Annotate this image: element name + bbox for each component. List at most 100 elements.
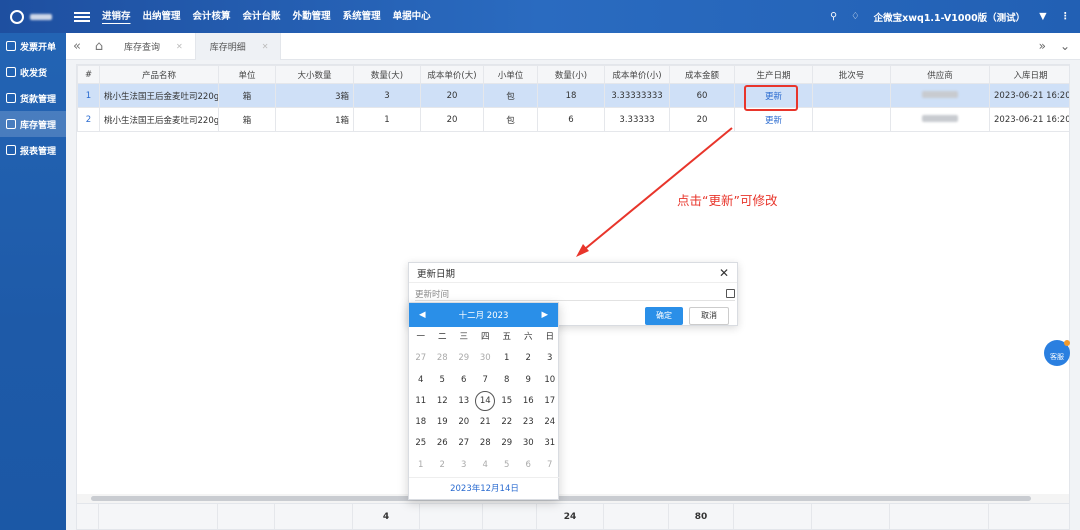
calendar-day[interactable]: 29 <box>453 348 475 369</box>
sidebar-item-payment[interactable]: 货款管理 <box>0 85 66 111</box>
date-input[interactable]: 更新时间 <box>415 287 735 301</box>
nav-item-field[interactable]: 外勤管理 <box>287 0 337 33</box>
today-link[interactable]: 2023年12月14日 <box>409 477 560 499</box>
expand-right-icon[interactable]: » <box>1039 39 1046 53</box>
tab-inventory-detail[interactable]: 库存明细 ✕ <box>195 32 282 60</box>
calendar-day[interactable]: 14 <box>475 391 497 412</box>
sidebar-item-label: 收发货 <box>20 68 48 79</box>
weekday-label: 五 <box>502 332 511 342</box>
company-selector[interactable]: 企微宝xwq1.1-V1000版（测试） <box>874 10 1026 24</box>
calendar-day[interactable]: 15 <box>496 391 518 412</box>
sidebar-item-label: 库存管理 <box>20 120 57 131</box>
calendar-day[interactable]: 16 <box>518 391 540 412</box>
update-date-link[interactable]: 更新 <box>734 107 813 132</box>
tab-label: 库存查询 <box>124 42 161 53</box>
calendar-day[interactable]: 3 <box>539 348 561 369</box>
calendar-day[interactable]: 1 <box>496 348 518 369</box>
calendar-day[interactable]: 30 <box>518 433 540 454</box>
calendar-day[interactable]: 7 <box>475 370 497 391</box>
calendar-day[interactable]: 11 <box>410 391 432 412</box>
calendar-day[interactable]: 2 <box>432 455 454 476</box>
calendar-day[interactable]: 27 <box>410 348 432 369</box>
collapse-left-icon[interactable]: « <box>66 39 88 54</box>
sidebar-item-shipping[interactable]: 收发货 <box>0 59 66 85</box>
tab-inventory-query[interactable]: 库存查询 ✕ <box>110 32 196 60</box>
confirm-button[interactable]: 确定 <box>645 307 683 325</box>
sidebar-item-invoice[interactable]: 发票开单 <box>0 33 66 59</box>
calendar-day[interactable]: 4 <box>475 455 497 476</box>
calendar-day[interactable]: 27 <box>453 433 475 454</box>
calendar-day[interactable]: 28 <box>475 433 497 454</box>
calendar-day[interactable]: 20 <box>453 412 475 433</box>
calendar-day[interactable]: 31 <box>539 433 561 454</box>
cell-cost-small: 3.33333333 <box>604 83 670 108</box>
month-label[interactable]: 十二月 2023 <box>459 309 509 321</box>
nav-item-ledger[interactable]: 会计台账 <box>237 0 287 33</box>
calendar-day[interactable]: 24 <box>539 412 561 433</box>
next-month-icon[interactable]: ▶ <box>541 310 548 320</box>
prev-month-icon[interactable]: ◀ <box>419 310 426 320</box>
calendar-day[interactable]: 25 <box>410 433 432 454</box>
date-grid: 一二三四五六日 27 28 29 30 1 2 3 4 5 6 7 8 9 10 11 12 13 14 15 16 17… <box>409 327 558 476</box>
weekday-label: 四 <box>480 332 490 342</box>
calendar-day[interactable]: 30 <box>475 348 497 369</box>
search-icon[interactable]: ⚲ <box>830 11 837 22</box>
calendar-day[interactable]: 8 <box>496 370 518 391</box>
nav-item-documents[interactable]: 单据中心 <box>387 0 437 33</box>
nav-item-accounting[interactable]: 会计核算 <box>187 0 237 33</box>
col-header: 批次号 <box>812 65 891 84</box>
cell-index: 1 <box>77 83 100 108</box>
calendar-day[interactable]: 5 <box>432 370 454 391</box>
calendar-day[interactable]: 2 <box>518 348 540 369</box>
calendar-day[interactable]: 7 <box>539 455 561 476</box>
close-icon[interactable]: ✕ <box>262 42 269 51</box>
calendar-day[interactable]: 22 <box>496 412 518 433</box>
date-input-placeholder: 更新时间 <box>415 289 450 300</box>
calendar-day[interactable]: 3 <box>453 455 475 476</box>
nav-item-inventory[interactable]: 进销存 <box>96 0 137 33</box>
calendar-day[interactable]: 1 <box>410 455 432 476</box>
bell-icon[interactable]: ♢ <box>851 11 860 22</box>
close-icon[interactable]: ✕ <box>719 266 729 280</box>
calendar-day[interactable]: 29 <box>496 433 518 454</box>
date-picker: ◀ 十二月 2023 ▶ 一二三四五六日 27 28 29 30 1 2 3 4 5 6 7 8 9 10 1… <box>408 302 560 500</box>
menu-toggle-icon[interactable] <box>74 11 90 22</box>
chevron-down-icon[interactable]: ▼ <box>1039 11 1046 22</box>
calendar-day[interactable]: 5 <box>496 455 518 476</box>
calendar-day[interactable]: 12 <box>432 391 454 412</box>
calendar-day[interactable]: 6 <box>518 455 540 476</box>
close-icon[interactable]: ✕ <box>176 42 183 51</box>
table-footer-totals: 4 24 80 <box>77 503 1069 529</box>
redacted-supplier <box>922 114 958 122</box>
calendar-day[interactable]: 26 <box>432 433 454 454</box>
horizontal-scrollbar[interactable] <box>77 494 1069 503</box>
calendar-day[interactable]: 9 <box>518 370 540 391</box>
sidebar-item-inventory[interactable]: 库存管理 <box>0 111 66 137</box>
calendar-day[interactable]: 21 <box>475 412 497 433</box>
cancel-button[interactable]: 取消 <box>689 307 729 325</box>
tab-bar: « ⌂ 库存查询 ✕ 库存明细 ✕ » ⌄ <box>66 32 1080 60</box>
home-icon[interactable]: ⌂ <box>88 39 110 54</box>
calendar-day[interactable]: 6 <box>453 370 475 391</box>
calendar-day[interactable]: 19 <box>432 412 454 433</box>
nav-item-system[interactable]: 系统管理 <box>337 0 387 33</box>
table-row[interactable]: 2 桃小生法国王后金麦吐司220g 箱 1箱 1 20 包 6 3.33333 … <box>77 107 1069 132</box>
calendar-day[interactable]: 10 <box>539 370 561 391</box>
calendar-day[interactable]: 28 <box>432 348 454 369</box>
chevron-down-icon[interactable]: ⌄ <box>1060 39 1070 53</box>
calendar-day[interactable]: 4 <box>410 370 432 391</box>
table-row[interactable]: 1 桃小生法国王后金麦吐司220g 箱 3箱 3 20 包 18 3.33333… <box>77 83 1069 108</box>
cell-unit: 箱 <box>218 83 276 108</box>
scrollbar-thumb[interactable] <box>91 496 1031 501</box>
customer-service-label: 客服 <box>1050 353 1064 361</box>
calendar-day[interactable]: 13 <box>453 391 475 412</box>
payment-icon <box>6 93 16 103</box>
calendar-day[interactable]: 17 <box>539 391 561 412</box>
more-icon[interactable]: ⋮ <box>1061 11 1071 22</box>
calendar-icon[interactable] <box>726 289 735 298</box>
customer-service-button[interactable]: 客服 <box>1044 340 1070 366</box>
nav-item-cashier[interactable]: 出纳管理 <box>137 0 187 33</box>
calendar-day[interactable]: 23 <box>518 412 540 433</box>
calendar-day[interactable]: 18 <box>410 412 432 433</box>
sidebar-item-reports[interactable]: 报表管理 <box>0 137 66 163</box>
